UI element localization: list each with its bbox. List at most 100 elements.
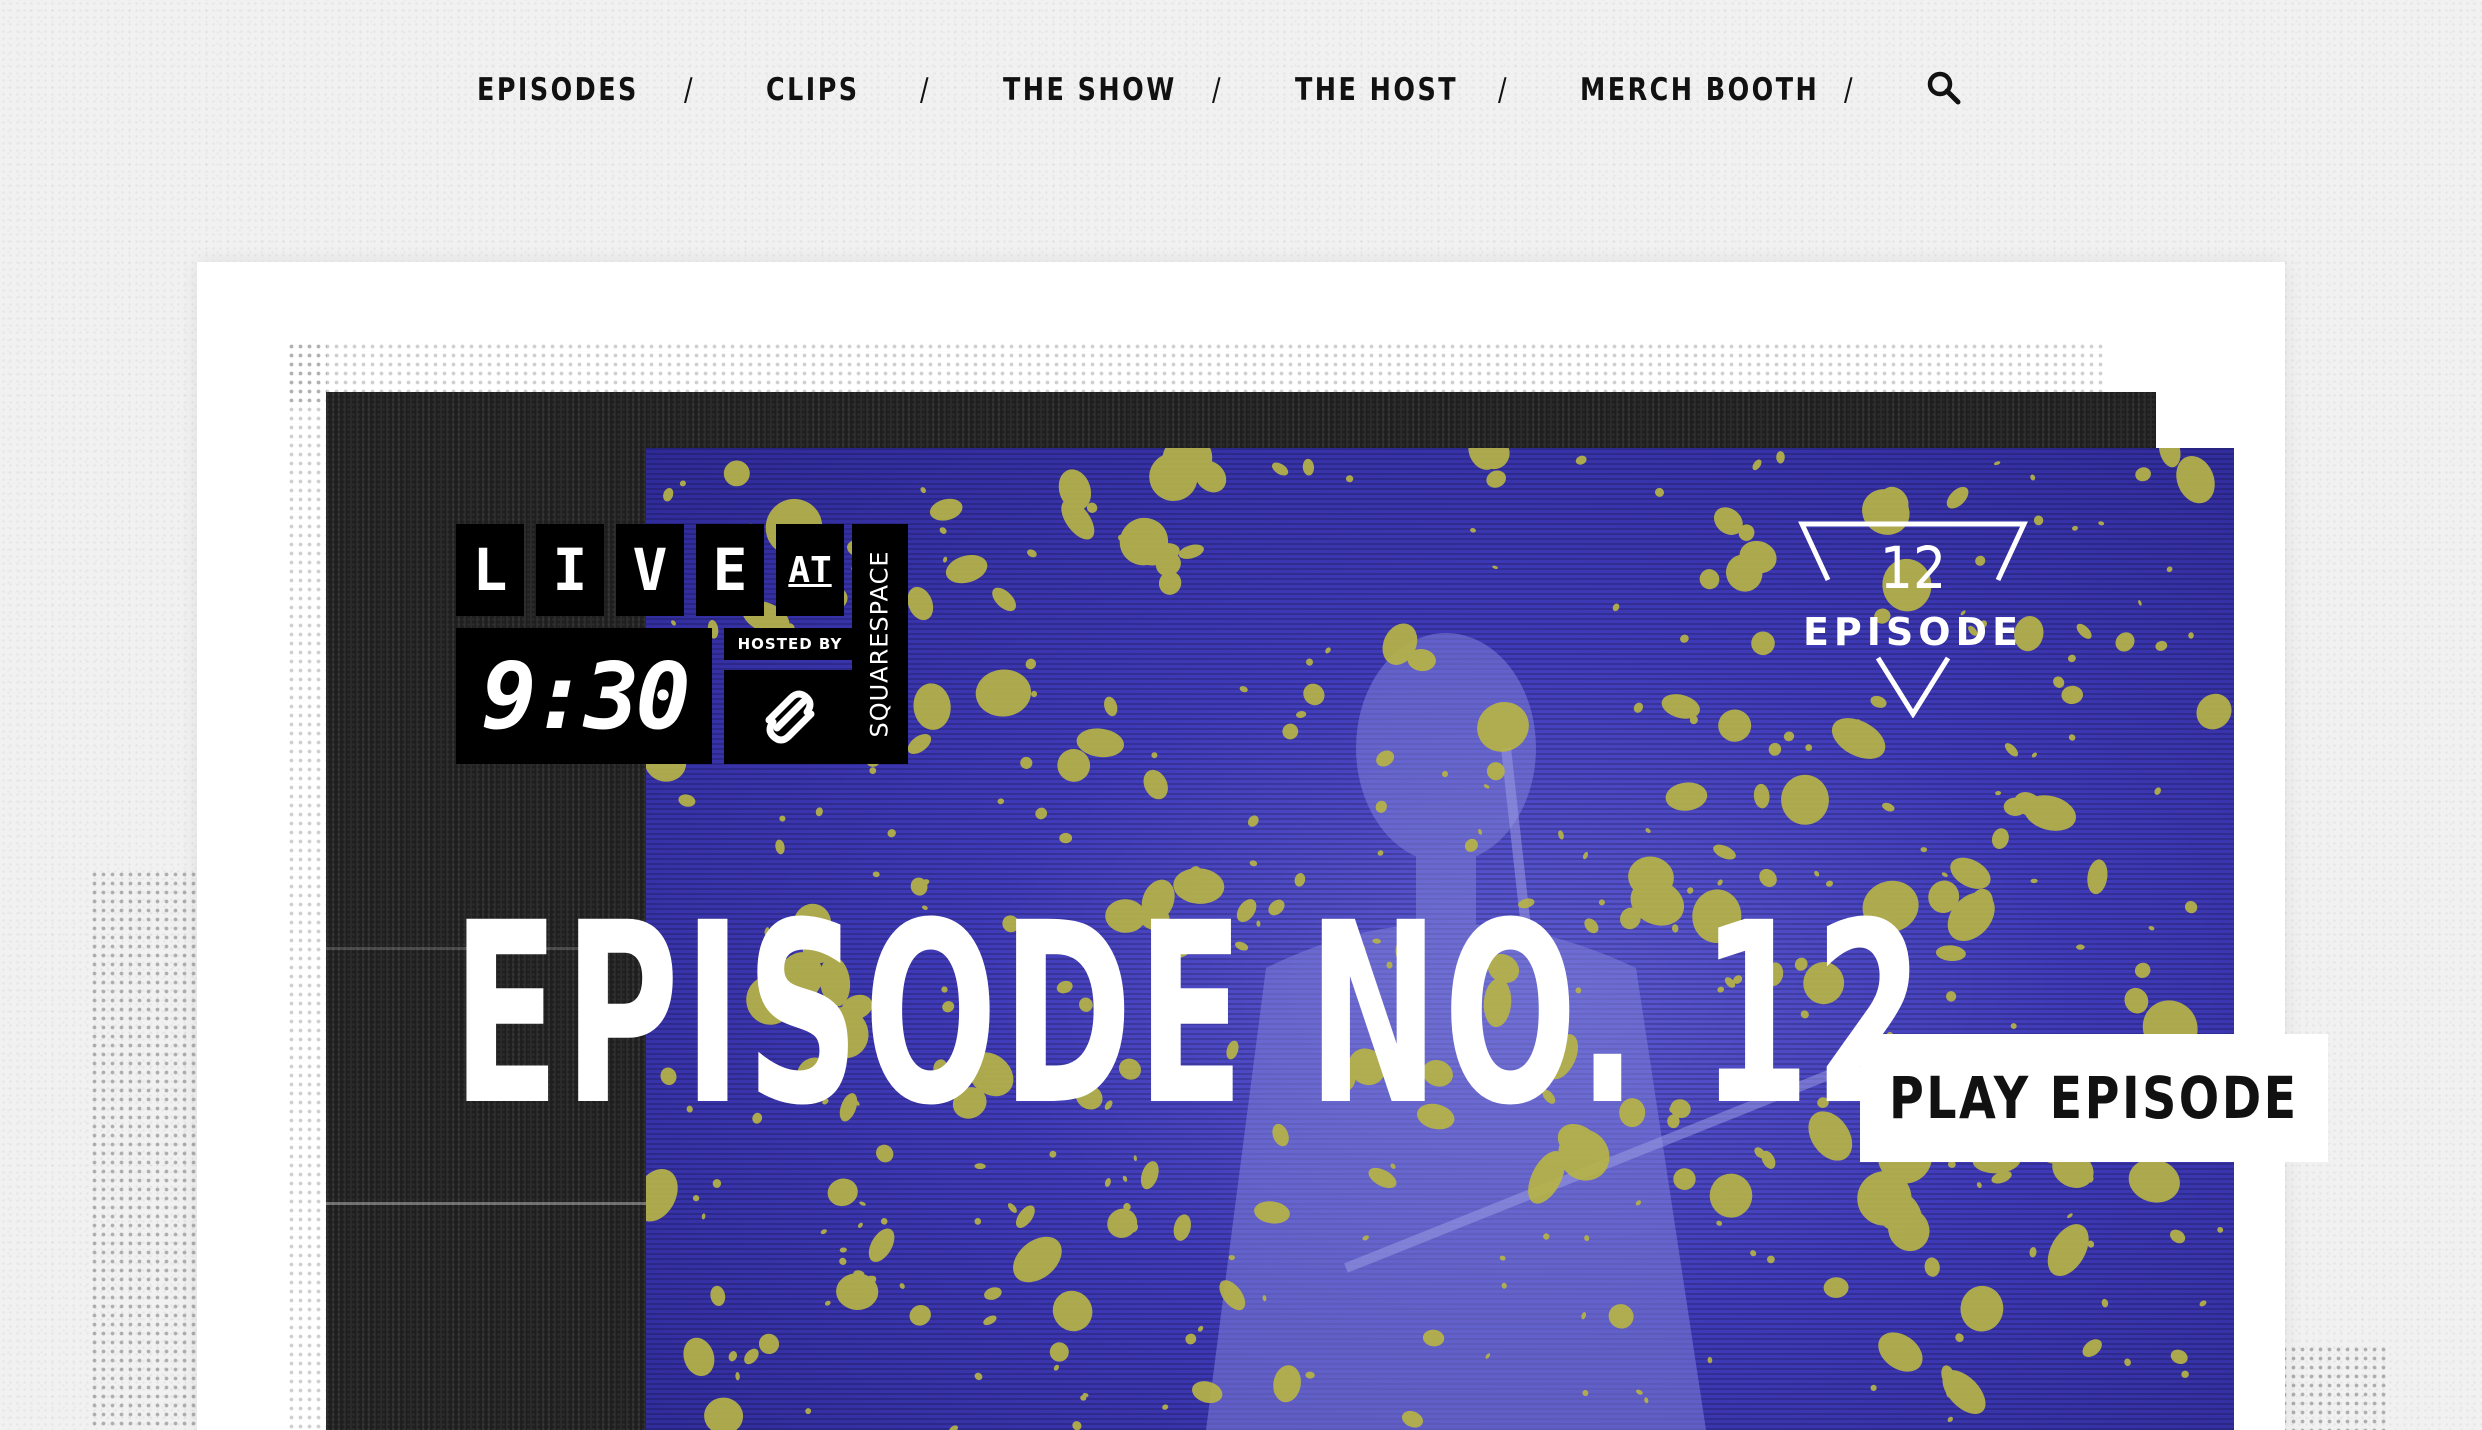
paint-splatter-dot [671,620,676,626]
paint-splatter-dot [2169,1229,2186,1244]
paint-splatter-dot [2004,743,2019,757]
paint-splatter-dot [992,587,1017,612]
paint-splatter-dot [1377,850,1384,856]
paint-splatter-dot [1716,1220,1723,1226]
paint-splatter-dot [1143,769,1168,800]
paint-splatter-dot [975,669,1032,717]
paint-splatter-dot [1752,459,1762,471]
paint-splatter-dot [1470,528,1476,533]
paint-splatter-dot [983,1315,997,1326]
paint-splatter-dot [1753,783,1770,809]
halftone-decoration [287,342,327,1430]
main-nav: EPISODES / CLIPS / THE SHOW / THE HOST /… [0,60,2482,120]
paint-splatter-dot [857,1222,863,1228]
paint-splatter-dot [712,1179,722,1188]
nav-separator: / [1498,72,1510,108]
paint-splatter-dot [984,1287,1002,1300]
paint-splatter-dot [1122,1175,1128,1182]
paint-splatter-dot [839,1257,847,1265]
paint-splatter-dot [1151,752,1158,759]
paint-splatter-dot [1935,945,1966,962]
paint-splatter-dot [1272,462,1289,476]
paint-splatter-dot [1831,718,1886,759]
paint-splatter-dot [1680,634,1689,643]
hosted-by-label: HOSTED BY [724,628,856,660]
sponsor-text: SQUARESPACE [866,550,895,738]
paint-splatter-dot [1993,461,2001,466]
paint-splatter-dot [2166,566,2173,573]
paint-splatter-dot [1709,1173,1753,1218]
paint-splatter-dot [1020,756,1033,769]
nav-merch-booth[interactable]: MERCH BOOTH [1580,72,1819,108]
paint-splatter-dot [1295,711,1307,718]
nav-separator: / [1212,72,1224,108]
paint-splatter-dot [2067,654,2076,663]
paint-splatter-dot [779,815,786,822]
paint-splatter-dot [1049,1342,1069,1362]
paint-splatter-dot [1941,872,1948,878]
paint-splatter-dot [815,807,823,817]
paint-splatter-dot [663,487,674,502]
paint-splatter-dot [1303,683,1325,706]
paint-splatter-dot [1960,1285,2004,1332]
paint-splatter-dot [899,1283,905,1289]
paint-splatter-dot [974,1218,982,1225]
paint-splatter-dot [1185,1333,1197,1345]
play-episode-label: PLAY EPISODE [1889,1064,2299,1132]
paint-splatter-dot [744,1348,759,1365]
play-episode-button[interactable]: PLAY EPISODE [1860,1034,2328,1162]
paint-splatter-dot [974,1372,983,1381]
paint-splatter-dot [1882,802,1895,812]
paint-splatter-dot [710,1285,726,1307]
paint-splatter-dot [1173,1214,1191,1241]
paint-splatter-dot [678,794,696,807]
paint-splatter-dot [1178,544,1204,559]
paint-splatter-dot [1946,486,1969,509]
scratch-line [326,1202,646,1205]
search-icon[interactable] [1926,70,1962,106]
paint-splatter-dot [2101,1298,2109,1308]
paint-splatter-dot [1104,1178,1111,1187]
paint-splatter-dot [1325,647,1331,654]
paint-splatter-dot [1645,828,1651,834]
squarespace-logo-icon [724,670,856,764]
paint-splatter-dot [1575,455,1587,465]
nav-separator: / [684,72,696,108]
paint-splatter-dot [827,1178,858,1207]
paint-splatter-dot [1305,658,1314,666]
paint-splatter-dot [1976,1182,1982,1189]
paint-splatter-dot [2188,632,2194,639]
paint-splatter-dot [2170,1349,2188,1365]
paint-splatter-dot [805,1408,812,1415]
paint-splatter-dot [2217,1226,2224,1233]
paint-splatter-dot [1878,1332,1923,1372]
paint-splatter-dot [839,1247,847,1253]
paint-splatter-dot [1582,851,1589,860]
paint-splatter-dot [997,798,1005,805]
paint-splatter-dot [880,1217,888,1225]
paint-splatter-dot [1025,658,1037,670]
logo-letter: I [536,524,604,616]
nav-episodes[interactable]: EPISODES [477,72,639,108]
paint-splatter-dot [2029,1247,2037,1258]
paint-splatter-dot [1013,1236,1062,1283]
paint-splatter-dot [2148,925,2155,931]
paint-splatter-dot [1072,1421,1082,1430]
paint-splatter-dot [1768,742,1782,756]
nav-the-host[interactable]: THE HOST [1295,72,1458,108]
paint-splatter-dot [868,1228,895,1262]
paint-splatter-dot [1783,731,1795,742]
nav-clips[interactable]: CLIPS [766,72,860,108]
paint-splatter-dot [1781,774,1829,825]
nav-separator: / [1844,72,1856,108]
paint-splatter-dot [728,1351,738,1362]
paint-splatter-dot [887,829,896,838]
paint-splatter-dot [2155,640,2168,651]
paint-splatter-dot [2154,787,2161,795]
paint-splatter-dot [1104,696,1118,717]
paint-splatter-dot [1665,782,1708,811]
paint-splatter-dot [2184,900,2198,914]
paint-splatter-dot [775,839,785,855]
nav-the-show[interactable]: THE SHOW [1003,72,1177,108]
paint-splatter-dot [1162,1404,1169,1410]
